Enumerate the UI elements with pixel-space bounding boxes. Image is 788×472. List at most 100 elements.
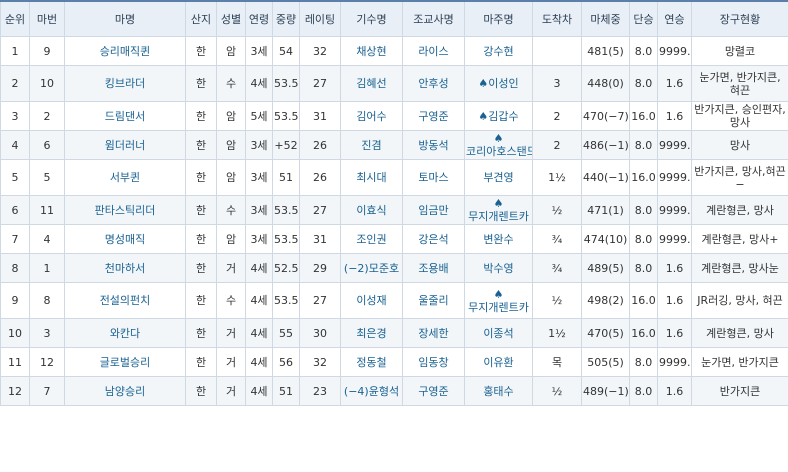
win-odds-cell: 8.0: [629, 224, 658, 254]
column-header[interactable]: 기수명: [340, 0, 403, 37]
column-header[interactable]: 마명: [64, 0, 186, 37]
jockey-name-link[interactable]: 이효식: [356, 204, 386, 217]
win-odds-cell: 16.0: [629, 282, 658, 319]
weight-cell: 53.5: [272, 224, 300, 254]
gate-number-cell: 4: [29, 224, 65, 254]
horse-name-link[interactable]: 서부퀸: [110, 171, 140, 184]
jockey-name-link[interactable]: (−2)모준호: [344, 262, 399, 275]
column-header[interactable]: 연령: [245, 0, 273, 37]
rank-cell: 7: [0, 224, 30, 254]
owner-name-link[interactable]: ♠코리아호스탠드: [466, 132, 532, 158]
jockey-name-link[interactable]: 채상현: [356, 45, 386, 58]
margin-cell: 3: [532, 65, 582, 102]
horse-name-link[interactable]: 드림댄서: [105, 110, 145, 123]
trainer-name-link[interactable]: 토마스: [418, 171, 448, 184]
jockey-name-link[interactable]: 조인권: [356, 233, 386, 246]
body-weight-cell: 489(−1): [581, 376, 630, 406]
column-header[interactable]: 장구현황: [691, 0, 788, 37]
column-header[interactable]: 연승: [657, 0, 692, 37]
table-row: 2 10 킹브라더 한 수 4세 53.5 27 김혜선 안후성 ♠이성인 3 448(0) 8.0 1.6…: [0, 65, 788, 102]
jockey-name-link[interactable]: 이성재: [356, 294, 386, 307]
column-header[interactable]: 성별: [216, 0, 246, 37]
owner-name-link[interactable]: ♠무지개렌트카: [468, 197, 529, 223]
horse-name-link[interactable]: 명성매직: [105, 233, 145, 246]
trainer-name-link[interactable]: 구영준: [418, 110, 448, 123]
origin-cell: 한: [185, 282, 217, 319]
horse-name-link[interactable]: 전설의펀치: [100, 294, 151, 307]
rank-cell: 1: [0, 36, 30, 66]
jockey-name-link[interactable]: 정동철: [356, 356, 386, 369]
column-header[interactable]: 도착차: [532, 0, 582, 37]
trainer-name-link[interactable]: 안후성: [418, 77, 448, 90]
column-header[interactable]: 마주명: [464, 0, 533, 37]
horse-name-link[interactable]: 킹브라더: [105, 77, 145, 90]
owner-name-link[interactable]: 변완수: [483, 233, 513, 246]
jockey-name-link[interactable]: 김혜선: [356, 77, 386, 90]
trainer-name-link[interactable]: 임동창: [418, 356, 448, 369]
sex-cell: 수: [216, 195, 246, 225]
jockey-name-link[interactable]: 최시대: [356, 171, 386, 184]
trainer-name-link[interactable]: 강은석: [418, 233, 448, 246]
column-header[interactable]: 순위: [0, 0, 30, 37]
column-header[interactable]: 레이팅: [299, 0, 341, 37]
gear-cell: 반가지큰, 승인편자, 망사: [691, 101, 788, 131]
win-odds-cell: 16.0: [629, 159, 658, 196]
table-row: 4 6 윔더러너 한 암 3세 +52 26 진겸 방동석 ♠코리아호스탠드 2 486(−1) 8.0 9…: [0, 130, 788, 160]
trainer-name-link[interactable]: 울줄리: [418, 294, 448, 307]
horse-name-link[interactable]: 윔더러너: [105, 139, 145, 152]
sex-cell: 거: [216, 376, 246, 406]
trainer-cell: 구영준: [402, 101, 465, 131]
column-header[interactable]: 마번: [29, 0, 65, 37]
sex-cell: 암: [216, 159, 246, 196]
owner-name-link[interactable]: 박수영: [483, 262, 513, 275]
rank-cell: 10: [0, 318, 30, 348]
horse-name-link[interactable]: 승리매직퀸: [100, 45, 151, 58]
origin-cell: 한: [185, 65, 217, 102]
sex-cell: 거: [216, 347, 246, 377]
horse-name-link[interactable]: 와칸다: [110, 327, 140, 340]
trainer-name-link[interactable]: 임금만: [418, 204, 448, 217]
trainer-name-link[interactable]: 구영준: [418, 385, 448, 398]
horse-name-link[interactable]: 남양승리: [105, 385, 145, 398]
body-weight-cell: 474(10): [581, 224, 630, 254]
owner-name-link[interactable]: 부견영: [483, 171, 513, 184]
horse-name-link[interactable]: 천마하서: [105, 262, 145, 275]
table-row: 9 8 전설의펀치 한 수 4세 53.5 27 이성재 울줄리 ♠무지개렌트카 ½ 498(2) 16.…: [0, 282, 788, 319]
trainer-name-link[interactable]: 조용배: [418, 262, 448, 275]
column-header[interactable]: 조교사명: [402, 0, 465, 37]
column-header[interactable]: 산지: [185, 0, 217, 37]
column-header[interactable]: 단승: [629, 0, 658, 37]
jockey-name-link[interactable]: 최은경: [356, 327, 386, 340]
age-cell: 4세: [245, 65, 273, 102]
weight-cell: 51: [272, 376, 300, 406]
owner-name-link[interactable]: ♠무지개렌트카: [468, 288, 529, 314]
jockey-name-link[interactable]: (−4)윤형석: [344, 385, 399, 398]
gate-number-cell: 8: [29, 282, 65, 319]
owner-name-link[interactable]: ♠김갑수: [478, 110, 518, 123]
jockey-cell: 최시대: [340, 159, 403, 196]
trainer-name-link[interactable]: 장세한: [418, 327, 448, 340]
gear-cell: 망렬코: [691, 36, 788, 66]
rating-cell: 27: [299, 282, 341, 319]
rating-cell: 31: [299, 224, 341, 254]
horse-name-link[interactable]: 글로벌승리: [100, 356, 151, 369]
column-header[interactable]: 마체중: [581, 0, 630, 37]
jockey-name-link[interactable]: 김어수: [356, 110, 386, 123]
place-odds-cell: 9999.9: [657, 195, 692, 225]
horse-name-link[interactable]: 판타스틱리더: [95, 204, 156, 217]
owner-name-link[interactable]: ♠이성인: [478, 77, 518, 90]
column-header[interactable]: 중량: [272, 0, 300, 37]
place-odds-cell: 9999.9: [657, 224, 692, 254]
horse-cell: 승리매직퀸: [64, 36, 186, 66]
weight-cell: 56: [272, 347, 300, 377]
owner-name-link[interactable]: 강수현: [483, 45, 513, 58]
margin-cell: 1½: [532, 159, 582, 196]
owner-name-link[interactable]: 이유환: [483, 356, 513, 369]
gear-cell: 계란형큰, 망사+: [691, 224, 788, 254]
gear-cell: 계란형큰, 망사눈: [691, 253, 788, 283]
trainer-name-link[interactable]: 방동석: [418, 139, 448, 152]
owner-name-link[interactable]: 홍태수: [483, 385, 513, 398]
owner-name-link[interactable]: 이종석: [483, 327, 513, 340]
jockey-name-link[interactable]: 진겸: [361, 139, 381, 152]
trainer-name-link[interactable]: 라이스: [418, 45, 448, 58]
